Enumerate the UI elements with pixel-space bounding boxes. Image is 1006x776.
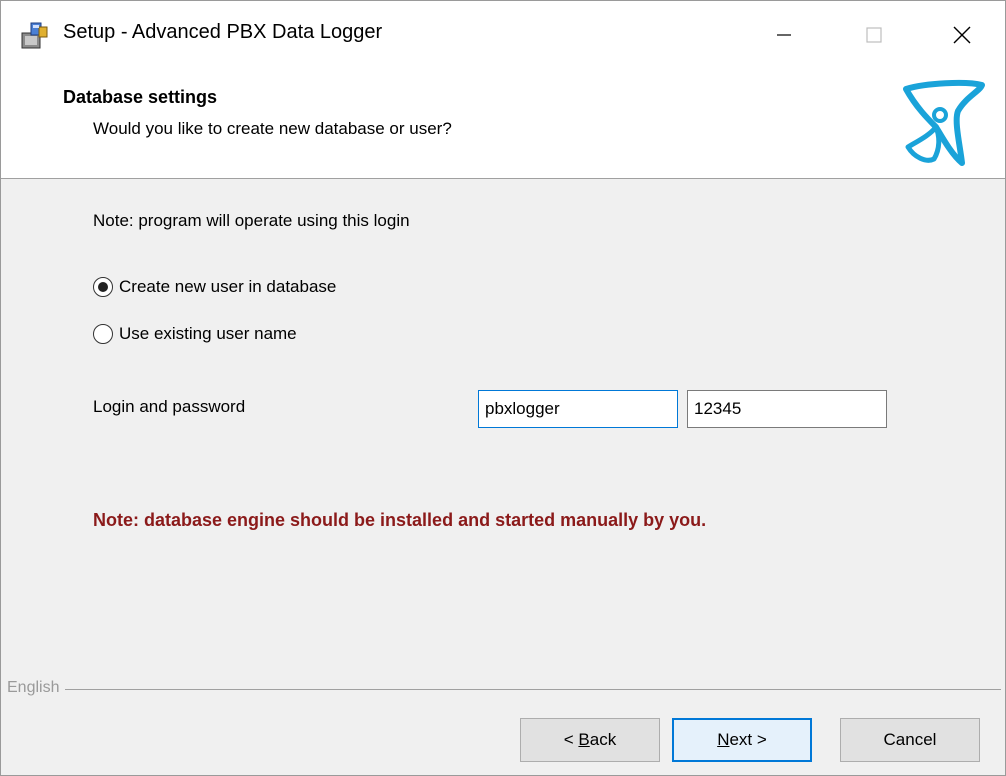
page-subtitle: Would you like to create new database or… [93, 119, 452, 138]
next-label-rest: ext > [729, 730, 767, 749]
database-engine-warning: Note: database engine should be installe… [93, 510, 707, 530]
radio-button-unselected[interactable] [93, 324, 113, 344]
title-bar[interactable]: Setup - Advanced PBX Data Logger [1, 1, 1005, 69]
installer-app-icon [21, 22, 48, 49]
radio-create-new-user[interactable]: Create new user in database [93, 277, 336, 297]
footer-divider [7, 689, 1001, 690]
close-icon [953, 26, 971, 44]
radio-label: Create new user in database [119, 277, 337, 296]
login-note: Note: program will operate using this lo… [93, 211, 410, 230]
back-label-rest: ack [589, 730, 617, 749]
language-label: English [7, 679, 66, 697]
maximize-icon [866, 27, 882, 43]
page-title: Database settings [63, 87, 218, 107]
window-title: Setup - Advanced PBX Data Logger [63, 21, 383, 43]
back-button[interactable]: < Back [520, 718, 660, 762]
next-mnemonic: N [717, 730, 730, 749]
back-mnemonic: B [578, 730, 590, 749]
radio-use-existing-user[interactable]: Use existing user name [93, 324, 297, 344]
login-password-label: Login and password [93, 397, 246, 416]
wizard-header: Database settings Would you like to crea… [1, 69, 1005, 179]
login-input[interactable] [478, 390, 678, 428]
close-button[interactable] [917, 1, 1005, 69]
setup-window: Setup - Advanced PBX Data Logger Databas… [0, 0, 1006, 776]
maximize-button[interactable] [829, 1, 919, 69]
propeller-logo-icon [903, 79, 985, 166]
minimize-button[interactable] [739, 1, 829, 69]
radio-dot [98, 282, 108, 292]
password-input[interactable] [687, 390, 887, 428]
minimize-icon [777, 34, 791, 36]
next-button[interactable]: Next > [672, 718, 812, 762]
radio-label: Use existing user name [119, 324, 297, 343]
cancel-button[interactable]: Cancel [840, 718, 980, 762]
back-prefix: < [563, 730, 579, 749]
radio-button-selected[interactable] [93, 277, 113, 297]
